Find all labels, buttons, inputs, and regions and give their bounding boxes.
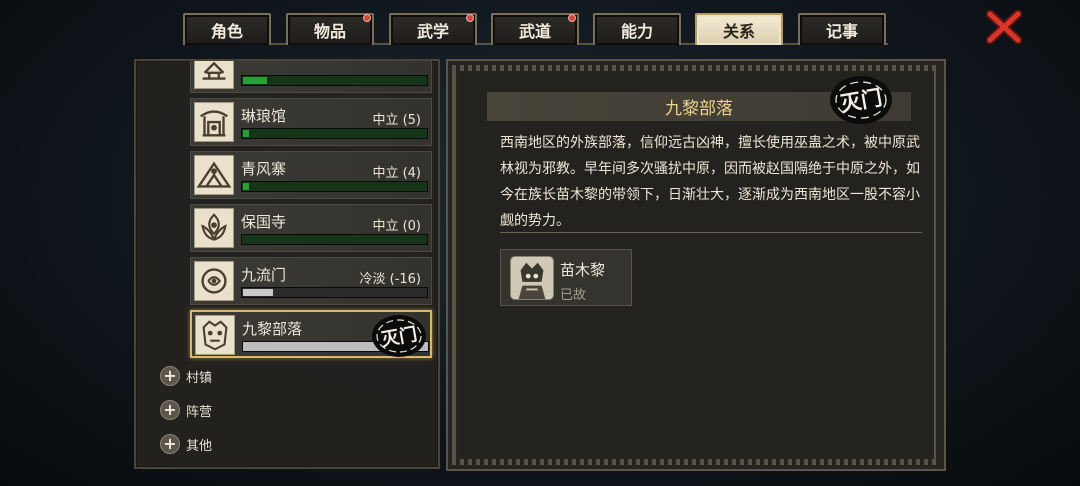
faction-description: 西南地区的外族部落，信仰远古凶神，擅长使用巫蛊之术，被中原武林视为邪教。早年间多… [500,135,920,229]
expand-plus-icon: + [160,434,180,454]
reputation-bar [241,287,428,298]
tab-items[interactable]: 物品 [286,13,374,45]
faction-status: 冷淡 (-16) [359,272,421,287]
detail-content: 九黎部落 灭门 西南地区的外族部落，信仰远古凶神，擅长使用巫蛊之术，被中原武林视… [460,73,932,457]
reputation-bar [241,75,428,86]
faction-name: 九流门 [241,266,287,284]
annihilated-seal-icon: 灭门 [368,313,428,359]
reputation-bar [241,181,428,192]
notification-dot [466,14,474,22]
faction-name: 九黎部落 [242,320,303,338]
category-villages[interactable]: + 村镇 [160,365,212,387]
faction-item[interactable]: 保国寺 中立 (0) [190,204,432,252]
category-camps[interactable]: + 阵营 [160,399,212,421]
tab-character[interactable]: 角色 [183,13,271,45]
close-button[interactable] [985,9,1023,45]
tab-abilities[interactable]: 能力 [593,13,681,45]
faction-status: 中立 (0) [372,219,421,234]
divider [500,232,922,233]
pavilion-emblem-icon [194,102,234,142]
member-card[interactable]: 苗木黎 已故 [500,249,632,306]
member-status: 已故 [560,288,587,303]
faction-item[interactable]: 琳琅馆 中立 (5) [190,98,432,146]
lotus-emblem-icon [194,208,234,248]
faction-list[interactable]: 琳琅馆 中立 (5) 青风寨 中立 (4) 保国寺 中立 (0) 九流门 冷淡 … [190,61,435,363]
tab-martial-way[interactable]: 武道 [491,13,579,45]
tab-martial-arts[interactable]: 武学 [389,13,477,45]
member-portrait [510,256,554,300]
faction-name: 青风寨 [241,160,287,178]
faction-name: 琳琅馆 [241,107,287,125]
faction-name: 保国寺 [241,213,287,231]
notification-dot [568,14,576,22]
faction-panel: 琳琅馆 中立 (5) 青风寨 中立 (4) 保国寺 中立 (0) 九流门 冷淡 … [134,59,440,469]
expand-plus-icon: + [160,366,180,386]
category-other[interactable]: + 其他 [160,433,212,455]
faction-status: 中立 (4) [372,166,421,181]
tab-bar: 角色 物品 武学 武道 能力 关系 记事 [183,13,888,45]
annihilated-seal-icon: 灭门 [826,73,896,127]
faction-status: 中立 (5) [372,113,421,128]
notification-dot [363,14,371,22]
mask-emblem-icon [195,315,235,355]
serpent-emblem-icon [194,261,234,301]
tab-relations[interactable]: 关系 [695,13,783,45]
faction-item[interactable]: 青风寨 中立 (4) [190,151,432,199]
pagoda-emblem-icon [194,61,234,89]
faction-item-selected[interactable]: 九黎部落 灭门 [190,310,432,358]
expand-plus-icon: + [160,400,180,420]
tab-journal[interactable]: 记事 [798,13,886,45]
faction-item[interactable]: 九流门 冷淡 (-16) [190,257,432,305]
member-name: 苗木黎 [560,261,606,279]
reputation-bar [241,128,428,139]
close-icon [985,9,1023,45]
fortress-emblem-icon [194,155,234,195]
faction-detail-panel: 九黎部落 灭门 西南地区的外族部落，信仰远古凶神，擅长使用巫蛊之术，被中原武林视… [446,59,946,471]
reputation-bar [241,234,428,245]
faction-item[interactable] [190,61,432,93]
